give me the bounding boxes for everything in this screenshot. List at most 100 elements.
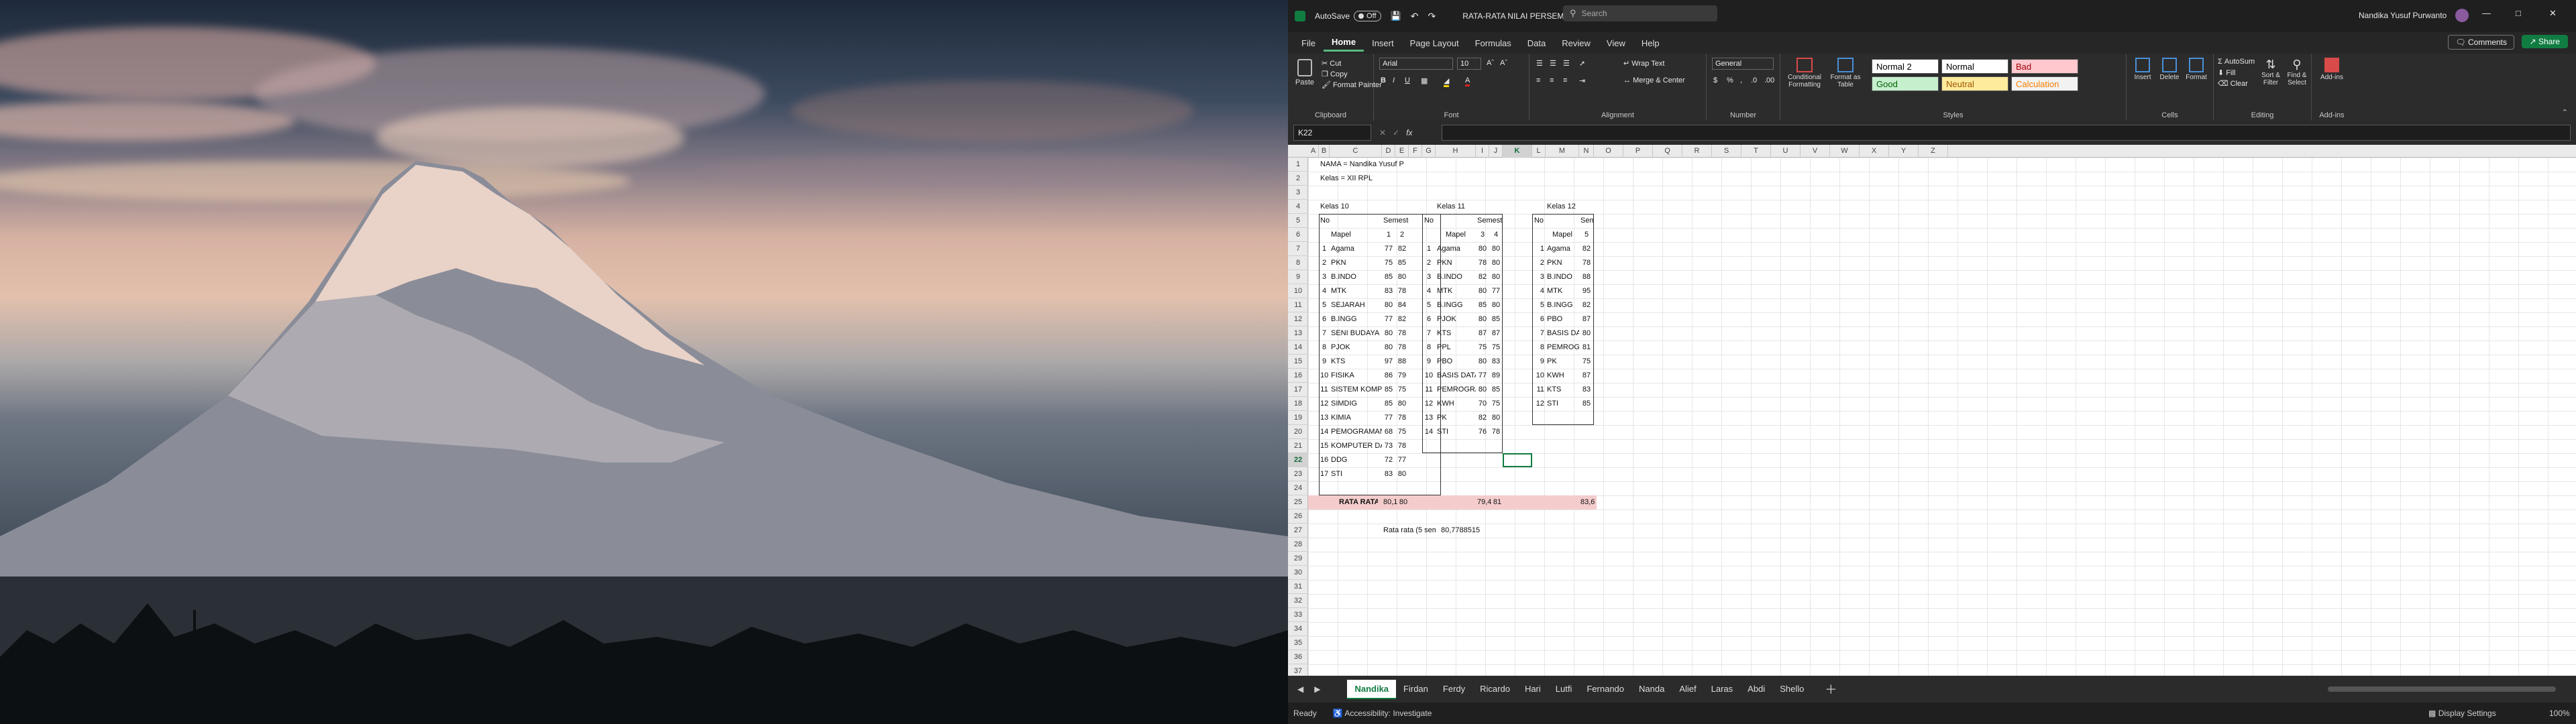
kelas11-row-sem3[interactable]: 75 bbox=[1476, 341, 1489, 355]
kelas10-row-sem1[interactable]: 77 bbox=[1382, 411, 1395, 425]
align-top-icon[interactable]: ☰ bbox=[1536, 59, 1543, 68]
kelas11-row-no[interactable]: 12 bbox=[1422, 397, 1436, 411]
column-header[interactable]: M bbox=[1546, 145, 1579, 158]
kelas10-row-sem2[interactable]: 79 bbox=[1395, 369, 1409, 383]
percent-icon[interactable]: % bbox=[1727, 76, 1733, 84]
kelas10-semester-header[interactable]: Semester bbox=[1382, 214, 1409, 228]
tab-review[interactable]: Review bbox=[1554, 36, 1599, 51]
kelas10-title[interactable]: Kelas 10 bbox=[1319, 200, 1373, 214]
kelas11-semester-header[interactable]: Semester bbox=[1476, 214, 1503, 228]
share-button[interactable]: ↗ Share bbox=[2521, 35, 2568, 48]
kelas12-row-sem5[interactable]: 95 bbox=[1579, 284, 1594, 298]
row-header[interactable]: 17 bbox=[1288, 383, 1308, 397]
font-name-select[interactable]: Arial bbox=[1379, 58, 1453, 70]
row-header[interactable]: 37 bbox=[1288, 664, 1308, 676]
kelas12-row-mapel[interactable]: B.INGG bbox=[1546, 298, 1579, 312]
kelas12-row-no[interactable]: 5 bbox=[1532, 298, 1546, 312]
kelas11-row-no[interactable]: 6 bbox=[1422, 312, 1436, 326]
align-right-icon[interactable]: ≡ bbox=[1563, 76, 1567, 84]
kelas11-row-sem3[interactable]: 78 bbox=[1476, 256, 1489, 270]
style-normal[interactable]: Normal bbox=[1941, 59, 2008, 74]
next-sheet-icon[interactable]: ▶ bbox=[1314, 684, 1320, 694]
font-color-icon[interactable]: A bbox=[1465, 76, 1470, 86]
kelas10-row-mapel[interactable]: KOMPUTER DAN JARINGAN bbox=[1330, 439, 1382, 453]
tab-page-layout[interactable]: Page Layout bbox=[1402, 36, 1467, 51]
kelas10-row-sem2[interactable]: 75 bbox=[1395, 425, 1409, 439]
clear-button[interactable]: ⌫ Clear bbox=[2218, 79, 2248, 88]
tab-file[interactable]: File bbox=[1293, 36, 1324, 51]
row-header[interactable]: 28 bbox=[1288, 538, 1308, 552]
style-calculation[interactable]: Calculation bbox=[2011, 76, 2078, 91]
row-header[interactable]: 11 bbox=[1288, 298, 1308, 312]
align-middle-icon[interactable]: ☰ bbox=[1550, 59, 1556, 68]
kelas10-row-mapel[interactable]: MTK bbox=[1330, 284, 1382, 298]
kelas11-row-sem3[interactable]: 87 bbox=[1476, 326, 1489, 341]
kelas11-row-sem3[interactable]: 80 bbox=[1476, 242, 1489, 256]
kelas11-mapel-header[interactable]: Mapel bbox=[1436, 228, 1476, 242]
kelas10-row-no[interactable]: 3 bbox=[1319, 270, 1330, 284]
indent-icon[interactable]: ⇥ bbox=[1579, 76, 1585, 85]
kelas10-row-mapel[interactable]: DDG bbox=[1330, 453, 1382, 467]
kelas11-sem4[interactable]: 4 bbox=[1489, 228, 1503, 242]
kelas11-row-mapel[interactable]: KWH bbox=[1436, 397, 1476, 411]
kelas11-row-mapel[interactable]: KTS bbox=[1436, 326, 1476, 341]
kelas11-row-sem4[interactable]: 83 bbox=[1489, 355, 1503, 369]
kelas12-avg-sem5[interactable]: 83,6 bbox=[1579, 495, 1595, 509]
kelas12-row-mapel[interactable]: KWH bbox=[1546, 369, 1579, 383]
kelas10-row-sem2[interactable]: 77 bbox=[1395, 453, 1409, 467]
column-header[interactable]: U bbox=[1771, 145, 1801, 158]
column-header[interactable]: S bbox=[1712, 145, 1741, 158]
kelas10-row-sem2[interactable]: 78 bbox=[1395, 326, 1409, 341]
row-header[interactable]: 36 bbox=[1288, 650, 1308, 664]
kelas11-row-sem4[interactable]: 87 bbox=[1489, 326, 1503, 341]
tab-data[interactable]: Data bbox=[1519, 36, 1554, 51]
decimal-increase-icon[interactable]: .0 bbox=[1751, 76, 1757, 84]
kelas11-row-sem4[interactable]: 80 bbox=[1489, 242, 1503, 256]
row-header[interactable]: 2 bbox=[1288, 172, 1308, 186]
tab-view[interactable]: View bbox=[1599, 36, 1633, 51]
kelas11-row-sem3[interactable]: 76 bbox=[1476, 425, 1489, 439]
kelas10-row-mapel[interactable]: SISTEM KOMPUTER bbox=[1330, 383, 1382, 397]
kelas11-row-no[interactable]: 14 bbox=[1422, 425, 1436, 439]
row-header[interactable]: 25 bbox=[1288, 495, 1308, 509]
column-header[interactable]: E bbox=[1395, 145, 1409, 158]
kelas10-row-mapel[interactable]: KIMIA bbox=[1330, 411, 1382, 425]
kelas11-row-sem3[interactable]: 80 bbox=[1476, 355, 1489, 369]
column-header[interactable]: H bbox=[1436, 145, 1476, 158]
kelas10-row-sem1[interactable]: 83 bbox=[1382, 284, 1395, 298]
kelas12-row-sem5[interactable]: 75 bbox=[1579, 355, 1594, 369]
conditional-formatting-button[interactable]: Conditional Formatting bbox=[1784, 58, 1825, 88]
kelas10-row-mapel[interactable]: PKN bbox=[1330, 256, 1382, 270]
kelas11-row-sem3[interactable]: 80 bbox=[1476, 284, 1489, 298]
kelas12-row-mapel[interactable]: BASIS DATA bbox=[1546, 326, 1579, 341]
kelas10-row-mapel[interactable]: SENI BUDAYA bbox=[1330, 326, 1382, 341]
kelas11-row-sem3[interactable]: 82 bbox=[1476, 411, 1489, 425]
merge-center-button[interactable]: ↔ Merge & Center bbox=[1623, 76, 1685, 84]
column-header[interactable]: I bbox=[1476, 145, 1489, 158]
active-cell-k22[interactable] bbox=[1503, 453, 1532, 467]
shrink-font-icon[interactable]: Aˇ bbox=[1500, 59, 1507, 67]
kelas11-row-mapel[interactable]: MTK bbox=[1436, 284, 1476, 298]
kelas10-row-sem2[interactable]: 80 bbox=[1395, 270, 1409, 284]
row-header[interactable]: 14 bbox=[1288, 341, 1308, 355]
kelas10-row-no[interactable]: 10 bbox=[1319, 369, 1330, 383]
kelas10-row-mapel[interactable]: FISIKA bbox=[1330, 369, 1382, 383]
kelas12-row-sem5[interactable]: 87 bbox=[1579, 369, 1594, 383]
kelas11-row-no[interactable]: 13 bbox=[1422, 411, 1436, 425]
kelas11-row-sem4[interactable]: 80 bbox=[1489, 270, 1503, 284]
kelas12-row-no[interactable]: 10 bbox=[1532, 369, 1546, 383]
kelas11-row-no[interactable]: 3 bbox=[1422, 270, 1436, 284]
kelas12-row-sem5[interactable]: 83 bbox=[1579, 383, 1594, 397]
kelas10-row-mapel[interactable]: Agama bbox=[1330, 242, 1382, 256]
kelas11-sem3[interactable]: 3 bbox=[1476, 228, 1489, 242]
zoom-level[interactable]: 100% bbox=[2549, 709, 2570, 718]
kelas11-row-mapel[interactable]: PPL bbox=[1436, 341, 1476, 355]
kelas12-mapel-header[interactable]: Mapel bbox=[1546, 228, 1579, 242]
cut-button[interactable]: ✂ Cut bbox=[1322, 59, 1341, 68]
save-icon[interactable]: 💾 bbox=[1391, 11, 1401, 21]
kelas11-row-mapel[interactable]: PJOK bbox=[1436, 312, 1476, 326]
kelas11-row-mapel[interactable]: BASIS DATA bbox=[1436, 369, 1476, 383]
kelas10-sem1[interactable]: 1 bbox=[1382, 228, 1395, 242]
kelas10-mapel-header[interactable]: Mapel bbox=[1330, 228, 1352, 242]
kelas10-row-sem1[interactable]: 75 bbox=[1382, 256, 1395, 270]
